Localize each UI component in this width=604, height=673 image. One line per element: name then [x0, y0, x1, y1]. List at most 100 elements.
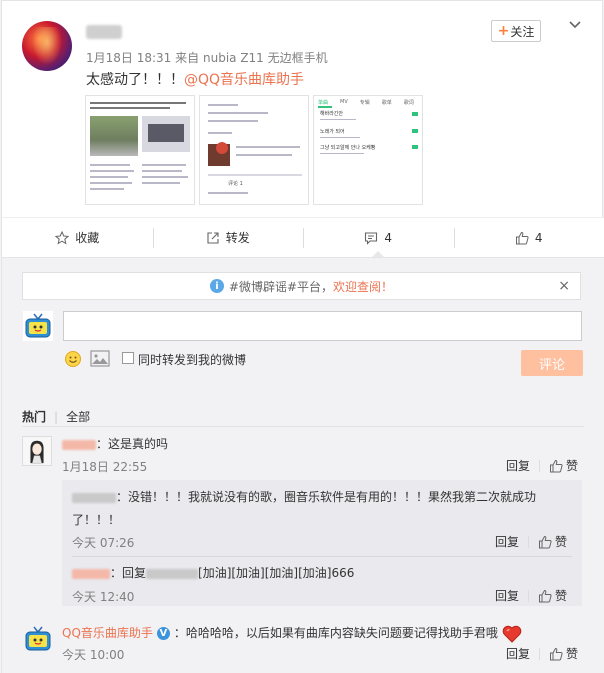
thumb-row: 노래가 되어: [320, 129, 345, 135]
favorite-button[interactable]: 收藏: [2, 218, 153, 257]
post-mention-link[interactable]: @QQ音乐曲库助手: [184, 72, 304, 88]
post-source-prefix: 来自: [175, 51, 200, 65]
comments-section: i #微博辟谣#平台， 欢迎查阅！ × 同时转发到我的微博 评论 热门 | 全部…: [2, 257, 604, 673]
like-count: 4: [534, 230, 543, 245]
reply-thread: ：没错！！！我就说没有的歌，圈音乐软件是有用的！！！果然我第二次就成功 了！！！…: [62, 480, 582, 606]
rumor-notice-banner: i #微博辟谣#平台， 欢迎查阅！ ×: [22, 272, 581, 300]
comment-time: 今天 10:00: [62, 648, 125, 662]
comment-actions: 回复 赞: [506, 645, 578, 662]
thumbs-up-icon: [550, 459, 563, 472]
replier-name-redacted[interactable]: [72, 568, 110, 579]
replier-name-redacted[interactable]: [72, 492, 116, 503]
weibo-post-card: 1月18日 18:31 来自 nubia Z11 无边框手机 太感动了！！！@Q…: [1, 0, 604, 673]
thumb-tabs: 单曲 MV 专辑 歌单 歌词: [318, 99, 414, 106]
reply-button[interactable]: 回复: [506, 457, 530, 474]
action-separator: [539, 459, 541, 472]
post-time[interactable]: 1月18日 18:31: [86, 51, 171, 65]
thumb-tab: MV: [340, 99, 348, 105]
notice-link[interactable]: 欢迎查阅！: [333, 278, 393, 295]
reply-time: 今天 12:40: [72, 590, 135, 604]
post-image-1[interactable]: [85, 95, 195, 205]
like-label: 赞: [555, 589, 568, 603]
post-image-gallery: 评论 1 单曲 MV 专辑 歌单 歌词 해바라긴안 노래가 되어 그냥 되고알께…: [85, 95, 423, 205]
follow-label: 关注: [510, 24, 535, 39]
tab-hot[interactable]: 热门: [22, 410, 46, 424]
comment-sort-tabs: 热门 | 全部: [22, 408, 90, 425]
reply-body: ：没错！！！我就说没有的歌，圈音乐软件是有用的！！！果然我第二次就成功: [116, 490, 537, 504]
thumbs-up-icon: [539, 589, 552, 602]
author-name-redacted[interactable]: [86, 25, 122, 39]
comment-text: QQ音乐曲库助手 V ：哈哈哈哈，以后如果有曲库内容缺失问题要记得找助手君哦: [62, 624, 522, 643]
comment-body: ：哈哈哈哈，以后如果有曲库内容缺失问题要记得找助手君哦: [173, 626, 498, 640]
comment-button[interactable]: 4: [303, 218, 454, 258]
reply-body: [加油][加油][加油][加油]666: [198, 566, 355, 580]
reply-prefix: ：回复: [110, 566, 147, 580]
chevron-down-icon[interactable]: [568, 17, 582, 31]
commenter-avatar[interactable]: [23, 624, 53, 654]
reply-target-redacted[interactable]: [146, 568, 199, 579]
comment-icon: [365, 231, 378, 245]
post-image-3[interactable]: 单曲 MV 专辑 歌单 歌词 해바라긴안 노래가 되어 그냥 되고알께 안나 오…: [313, 95, 423, 205]
thumb-tab: 单曲: [318, 100, 329, 106]
post-meta: 1月18日 18:31 来自 nubia Z11 无边框手机: [86, 49, 328, 66]
comment-time: 1月18日 22:55: [62, 460, 148, 474]
commenter-name-redacted[interactable]: [62, 439, 96, 450]
author-avatar[interactable]: [22, 21, 72, 71]
favorite-label: 收藏: [75, 231, 100, 245]
comment-count: 4: [384, 230, 393, 245]
reply-time: 今天 07:26: [72, 536, 135, 550]
reply-like-button[interactable]: 赞: [538, 533, 567, 550]
tab-separator: |: [54, 410, 59, 424]
divider: [72, 556, 572, 557]
verified-badge-icon: V: [156, 627, 170, 640]
submit-comment-button[interactable]: 评论: [521, 350, 583, 376]
reply-text-cont: 了！！！: [72, 513, 121, 527]
like-button[interactable]: 4: [453, 218, 604, 257]
forward-button[interactable]: 转发: [152, 218, 304, 257]
action-separator: [539, 647, 541, 660]
like-label: 赞: [566, 459, 579, 473]
image-icon[interactable]: [90, 350, 110, 367]
reply-text: ：没错！！！我就说没有的歌，圈音乐软件是有用的！！！果然我第二次就成功: [72, 488, 536, 505]
plus-icon: +: [497, 23, 510, 39]
post-image-2[interactable]: 评论 1: [199, 95, 309, 205]
commenter-avatar[interactable]: [22, 436, 52, 466]
comment-actions: 回复 赞: [506, 457, 578, 474]
star-icon: [55, 230, 70, 245]
close-icon[interactable]: ×: [558, 278, 570, 294]
post-action-bar: 收藏 转发 4 4: [2, 217, 604, 258]
tab-all[interactable]: 全部: [66, 410, 90, 424]
post-source[interactable]: nubia Z11 无边框手机: [203, 51, 328, 65]
reply-like-button[interactable]: 赞: [538, 587, 567, 604]
follow-button[interactable]: + 关注: [491, 20, 541, 42]
commenter-name[interactable]: QQ音乐曲库助手: [62, 626, 153, 640]
comment-text: ：这是真的吗: [62, 435, 168, 452]
reply-button[interactable]: 回复: [506, 645, 530, 662]
share-icon: [207, 231, 219, 244]
thumb-tab: 歌词: [403, 100, 414, 106]
thumb-row: 해바라긴안: [320, 111, 344, 117]
comment-like-button[interactable]: 赞: [549, 457, 578, 474]
post-body: 太感动了！！！: [86, 72, 184, 88]
info-icon: i: [209, 279, 224, 293]
reply-button[interactable]: 回复: [495, 587, 519, 604]
thumb-row: 그냥 되고알께 안나 오케빵: [320, 145, 376, 151]
smiley-icon[interactable]: [64, 350, 82, 368]
forward-checkbox[interactable]: [122, 352, 134, 364]
thumb-tab: 专辑: [359, 100, 370, 106]
thumbs-up-icon: [539, 535, 552, 548]
reply-text: ：回复 [加油][加油][加油][加油]666: [72, 564, 354, 581]
thumbs-up-icon: [550, 647, 563, 660]
action-separator: [528, 589, 530, 602]
thumbs-up-icon: [515, 231, 529, 244]
comment-like-button[interactable]: 赞: [549, 645, 578, 662]
my-avatar[interactable]: [23, 311, 53, 341]
forward-label: 转发: [225, 231, 250, 245]
comment-input[interactable]: [63, 311, 582, 341]
heart-icon: [502, 625, 522, 643]
thumb-comment-label: 评论 1: [228, 181, 243, 187]
notice-text[interactable]: #微博辟谣#平台，: [229, 278, 333, 295]
reply-button[interactable]: 回复: [495, 533, 519, 550]
thumb-tab: 歌单: [381, 100, 392, 106]
forward-checkbox-label[interactable]: 同时转发到我的微博: [138, 351, 246, 368]
